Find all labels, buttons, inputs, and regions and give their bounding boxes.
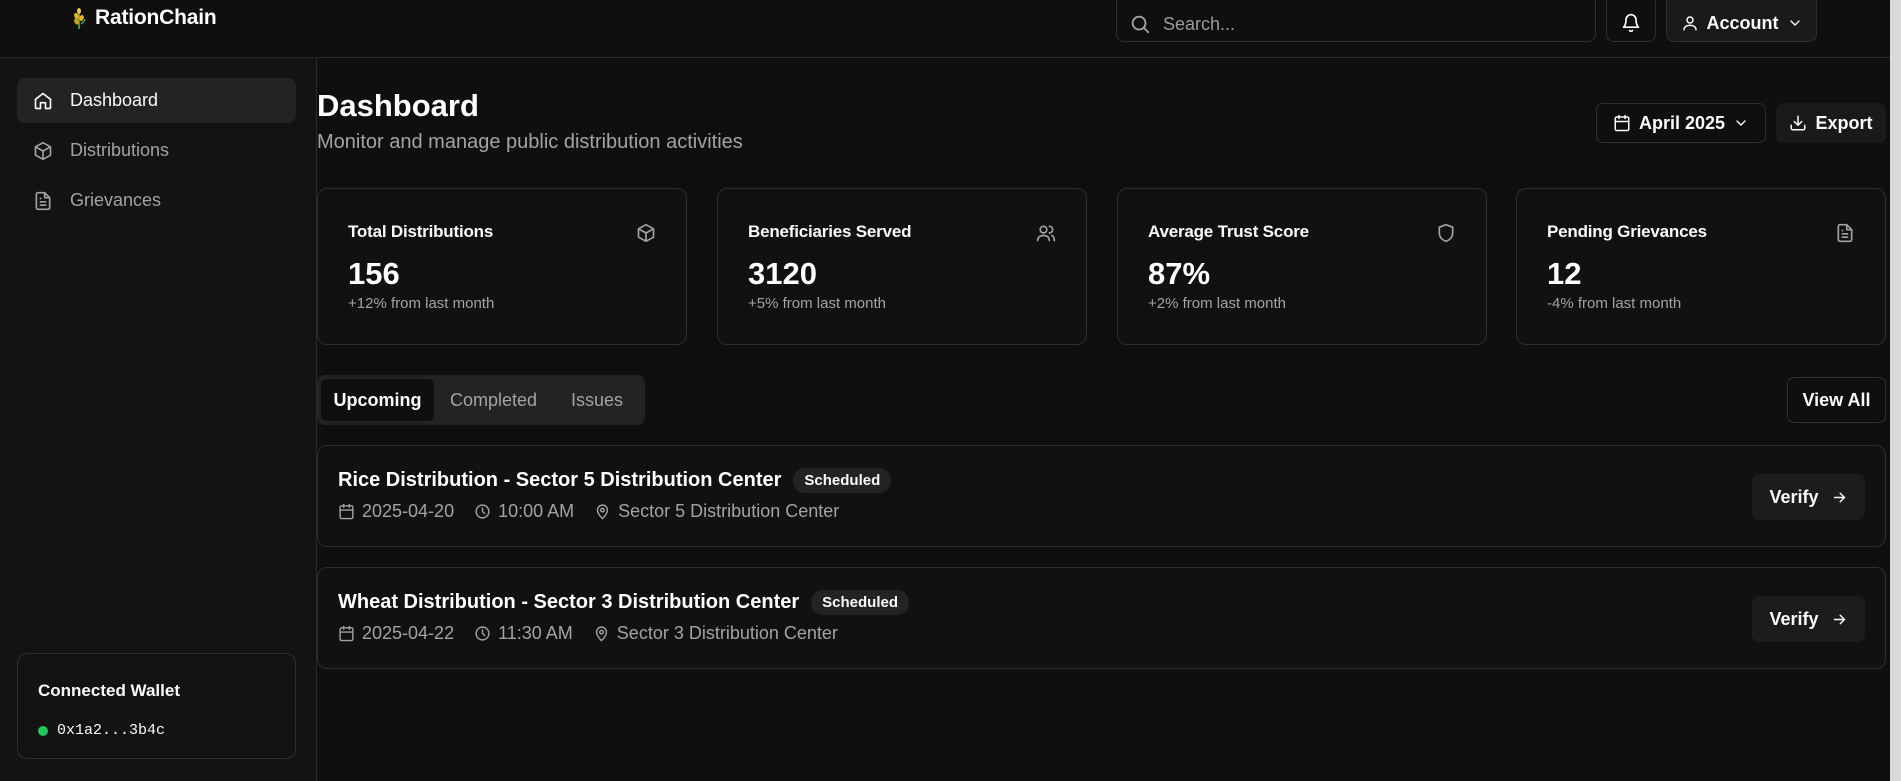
sidebar: Dashboard Distributions Grievances Conne…	[0, 58, 317, 781]
export-button[interactable]: Export	[1776, 103, 1886, 143]
tab-issues[interactable]: Issues	[553, 379, 641, 421]
sidebar-item-label: Dashboard	[70, 90, 159, 110]
wallet-address-row: 0x1a2...3b4c	[38, 722, 165, 739]
home-icon	[33, 91, 53, 111]
distribution-location: Sector 5 Distribution Center	[594, 501, 839, 522]
distribution-meta: 2025-04-20 10:00 AM Sector 5 Distributio…	[338, 501, 839, 522]
arrow-right-icon	[1831, 611, 1848, 628]
view-all-button[interactable]: View All	[1787, 377, 1886, 423]
tab-upcoming[interactable]: Upcoming	[321, 379, 434, 421]
stat-label: Beneficiaries Served	[748, 222, 912, 241]
verify-label: Verify	[1769, 486, 1819, 507]
sidebar-item-dashboard[interactable]: Dashboard	[17, 78, 296, 123]
distribution-meta: 2025-04-22 11:30 AM Sector 3 Distributio…	[338, 623, 838, 644]
tab-completed[interactable]: Completed	[438, 379, 549, 421]
distribution-date: 2025-04-22	[338, 623, 454, 644]
wallet-status-dot	[38, 725, 48, 736]
calendar-icon	[338, 625, 355, 642]
sidebar-item-label: Distributions	[70, 140, 170, 160]
search-box[interactable]	[1116, 0, 1596, 42]
export-label: Export	[1815, 112, 1873, 133]
date-text: 2025-04-20	[362, 501, 455, 521]
status-badge: Scheduled	[793, 468, 892, 493]
download-icon	[1789, 114, 1807, 132]
period-picker-button[interactable]: April 2025	[1596, 103, 1766, 143]
account-button[interactable]: Account	[1666, 0, 1817, 42]
page-title: Dashboard	[317, 88, 479, 123]
distribution-title-row: Rice Distribution - Sector 5 Distributio…	[338, 468, 892, 493]
distribution-time: 10:00 AM	[474, 501, 574, 522]
clock-icon	[474, 503, 491, 520]
distribution-title: Wheat Distribution - Sector 3 Distributi…	[338, 591, 800, 613]
chevron-down-icon	[1787, 15, 1803, 31]
distribution-card: Wheat Distribution - Sector 3 Distributi…	[317, 567, 1886, 669]
stat-change: +12% from last month	[348, 295, 495, 312]
stat-change: +2% from last month	[1148, 295, 1286, 312]
map-pin-icon	[593, 625, 610, 642]
clock-icon	[474, 625, 491, 642]
verify-label: Verify	[1769, 608, 1819, 629]
shield-icon	[1436, 223, 1456, 243]
brand[interactable]: RationChain	[70, 4, 217, 32]
wallet-title: Connected Wallet	[38, 681, 180, 700]
sidebar-item-grievances[interactable]: Grievances	[17, 178, 296, 223]
notifications-button[interactable]	[1606, 0, 1656, 42]
chevron-down-icon	[1733, 115, 1749, 131]
stat-label: Pending Grievances	[1547, 222, 1707, 241]
sidebar-item-distributions[interactable]: Distributions	[17, 128, 296, 173]
wheat-icon	[70, 6, 88, 30]
stat-card-total-distributions: Total Distributions 156 +12% from last m…	[317, 188, 687, 345]
search-icon	[1129, 13, 1151, 35]
stat-card-pending-grievances: Pending Grievances 12 -4% from last mont…	[1516, 188, 1886, 345]
location-text: Sector 3 Distribution Center	[616, 623, 838, 643]
users-icon	[1036, 223, 1056, 243]
time-text: 11:30 AM	[498, 623, 573, 643]
stat-label: Total Distributions	[348, 222, 494, 241]
map-pin-icon	[594, 503, 611, 520]
file-text-icon	[33, 191, 53, 211]
stat-value: 156	[348, 256, 400, 291]
app-name: RationChain	[95, 6, 217, 29]
verify-button[interactable]: Verify	[1752, 596, 1865, 642]
sidebar-item-label: Grievances	[70, 190, 162, 210]
stat-change: +5% from last month	[748, 295, 886, 312]
account-label: Account	[1706, 12, 1779, 33]
period-label: April 2025	[1638, 112, 1726, 133]
distribution-title: Rice Distribution - Sector 5 Distributio…	[338, 469, 782, 491]
wallet-address: 0x1a2...3b4c	[57, 722, 166, 739]
stat-card-beneficiaries-served: Beneficiaries Served 3120 +5% from last …	[717, 188, 1087, 345]
bell-icon	[1621, 13, 1641, 33]
arrow-right-icon	[1831, 489, 1848, 506]
page-scrollbar[interactable]	[1890, 0, 1901, 781]
file-text-icon	[1835, 223, 1855, 243]
stat-value: 12	[1547, 256, 1582, 291]
distribution-title-row: Wheat Distribution - Sector 3 Distributi…	[338, 590, 909, 615]
calendar-icon	[1613, 114, 1631, 132]
distribution-tabs: Upcoming Completed Issues	[317, 375, 645, 425]
distribution-location: Sector 3 Distribution Center	[593, 623, 838, 644]
stat-value: 3120	[748, 256, 817, 291]
distribution-time: 11:30 AM	[474, 623, 573, 644]
package-icon	[636, 223, 656, 243]
distribution-card: Rice Distribution - Sector 5 Distributio…	[317, 445, 1886, 547]
status-badge: Scheduled	[811, 590, 909, 615]
page-subtitle: Monitor and manage public distribution a…	[317, 131, 743, 153]
location-text: Sector 5 Distribution Center	[618, 501, 840, 521]
time-text: 10:00 AM	[498, 501, 575, 521]
stat-value: 87%	[1148, 256, 1211, 291]
stat-label: Average Trust Score	[1148, 222, 1309, 241]
search-input[interactable]	[1163, 13, 1563, 35]
connected-wallet-card: Connected Wallet 0x1a2...3b4c	[17, 653, 296, 759]
date-text: 2025-04-22	[362, 623, 455, 643]
package-icon	[33, 141, 53, 161]
user-icon	[1681, 14, 1699, 32]
verify-button[interactable]: Verify	[1752, 474, 1865, 520]
top-bar: RationChain Account	[0, 0, 1890, 58]
stat-card-average-trust-score: Average Trust Score 87% +2% from last mo…	[1117, 188, 1487, 345]
distribution-date: 2025-04-20	[338, 501, 454, 522]
stat-change: -4% from last month	[1547, 295, 1682, 312]
calendar-icon	[338, 503, 355, 520]
